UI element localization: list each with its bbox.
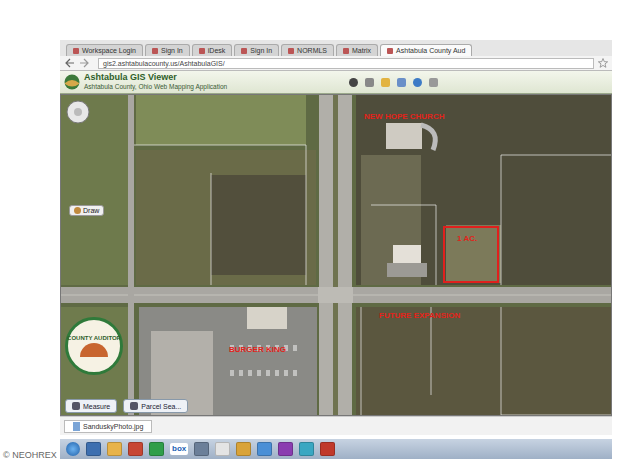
map-label: 1 AC.: [457, 234, 477, 243]
taskbar-app-icon[interactable]: [257, 442, 272, 456]
tab-bar: Workspace LoginSign IniDeskSign InNORMLS…: [60, 40, 612, 56]
seal-sun-icon: [80, 343, 108, 357]
map-label: NEW HOPE CHURCH: [364, 112, 445, 121]
browser-tab[interactable]: Ashtabula County Aud: [380, 44, 472, 56]
favicon-icon: [343, 48, 349, 54]
image-file-icon: [73, 422, 80, 431]
taskbar-app-icon[interactable]: [107, 442, 122, 456]
zoom-control[interactable]: [65, 99, 91, 129]
map-label: BURGER KING: [229, 345, 286, 354]
browser-tab[interactable]: Sign In: [145, 44, 190, 56]
map-canvas[interactable]: NEW HOPE CHURCH 1 AC. FUTURE EXPANSION BURG…: [61, 95, 611, 415]
taskbar-app-icon[interactable]: [236, 442, 251, 456]
favicon-icon: [387, 48, 393, 54]
taskbar-app-icon[interactable]: [194, 442, 209, 456]
scanned-page: Workspace LoginSign IniDeskSign InNORMLS…: [0, 0, 622, 462]
address-bar: gis2.ashtabulacounty.us/AshtabulaGIS/: [60, 56, 612, 71]
taskbar-app-icon[interactable]: [149, 442, 164, 456]
favicon-icon: [199, 48, 205, 54]
taskbar-app-icon[interactable]: [128, 442, 143, 456]
tool-icon: [130, 402, 138, 410]
print-tool-icon[interactable]: [365, 78, 374, 87]
county-logo-icon: [64, 74, 80, 90]
app-subtitle: Ashtabula County, Ohio Web Mapping Appli…: [84, 82, 227, 91]
draw-icon: [74, 207, 81, 214]
url-field[interactable]: gis2.ashtabulacounty.us/AshtabulaGIS/: [98, 58, 594, 69]
taskbar-app-icon[interactable]: [86, 442, 101, 456]
aerial-map[interactable]: NEW HOPE CHURCH 1 AC. FUTURE EXPANSION BURG…: [60, 94, 612, 416]
favicon-icon: [241, 48, 247, 54]
toolbar: [349, 78, 438, 87]
taskbar-app-icon[interactable]: [320, 442, 335, 456]
map-button-bar: Measure Parcel Sea...: [65, 399, 188, 413]
star-icon[interactable]: [598, 58, 608, 68]
browser-tab[interactable]: iDesk: [192, 44, 233, 56]
tool-icon: [72, 402, 80, 410]
taskbar-app-icon[interactable]: [299, 442, 314, 456]
map-button[interactable]: Measure: [65, 399, 117, 413]
layers-tool-icon[interactable]: [397, 78, 406, 87]
box-app-icon[interactable]: box: [170, 443, 188, 455]
browser-tab[interactable]: NORMLS: [281, 44, 334, 56]
pan-zoom-icon[interactable]: [65, 99, 91, 125]
app-title: Ashtabula GIS Viewer: [84, 73, 227, 82]
identify-tool-icon[interactable]: [349, 78, 358, 87]
taskbar-app-icon[interactable]: [278, 442, 293, 456]
start-button-icon[interactable]: [66, 442, 80, 456]
windows-taskbar: box: [60, 439, 612, 459]
county-auditor-seal: COUNTY AUDITOR: [65, 317, 123, 375]
draw-tool[interactable]: Draw: [69, 205, 104, 216]
browser-window: Workspace LoginSign IniDeskSign InNORMLS…: [60, 40, 612, 459]
taskbar-app-icon[interactable]: [215, 442, 230, 456]
home-tool-icon[interactable]: [429, 78, 438, 87]
favicon-icon: [73, 48, 79, 54]
navigation-arrows-icon[interactable]: [64, 58, 94, 68]
help-tool-icon[interactable]: [413, 78, 422, 87]
favicon-icon: [152, 48, 158, 54]
browser-tab[interactable]: Workspace Login: [66, 44, 143, 56]
browser-tab[interactable]: Sign In: [234, 44, 279, 56]
download-item[interactable]: SanduskyPhoto.jpg: [64, 420, 152, 433]
map-button[interactable]: Parcel Sea...: [123, 399, 188, 413]
watermark: © NEOHREX: [3, 450, 57, 460]
map-label: FUTURE EXPANSION: [379, 311, 460, 320]
app-header: Ashtabula GIS ViewerAshtabula County, Oh…: [60, 71, 612, 94]
favicon-icon: [288, 48, 294, 54]
browser-tab[interactable]: Matrix: [336, 44, 378, 56]
folder-tool-icon[interactable]: [381, 78, 390, 87]
download-bar: SanduskyPhoto.jpg: [60, 416, 612, 435]
